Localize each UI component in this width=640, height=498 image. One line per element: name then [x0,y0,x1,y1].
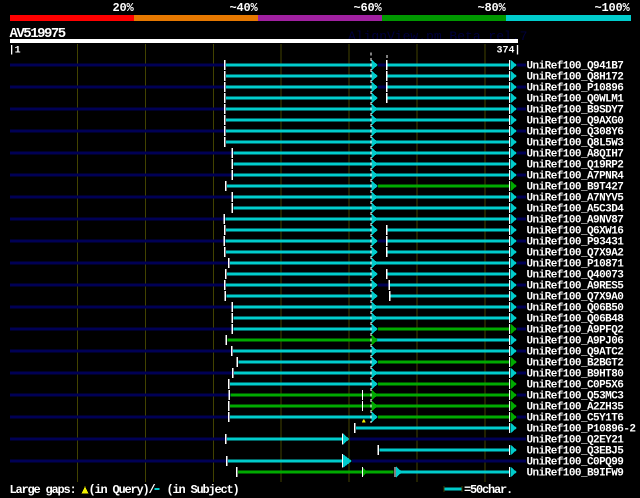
svg-text:UniRef100_B9IFW9: UniRef100_B9IFW9 [527,467,624,479]
svg-text:20%: 20% [112,1,134,15]
svg-text:=50char.: =50char. [464,483,512,497]
svg-text:(in Subject): (in Subject) [161,483,239,497]
svg-text:~80%: ~80% [477,1,506,15]
svg-text:Large gaps:: Large gaps: [10,483,76,497]
svg-text:~100%: ~100% [594,1,630,15]
svg-text:~60%: ~60% [353,1,382,15]
svg-text:(in Query)/: (in Query)/ [89,483,156,497]
svg-text:|1: |1 [9,44,21,56]
svg-text:374|: 374| [496,44,520,56]
svg-text:~40%: ~40% [229,1,258,15]
